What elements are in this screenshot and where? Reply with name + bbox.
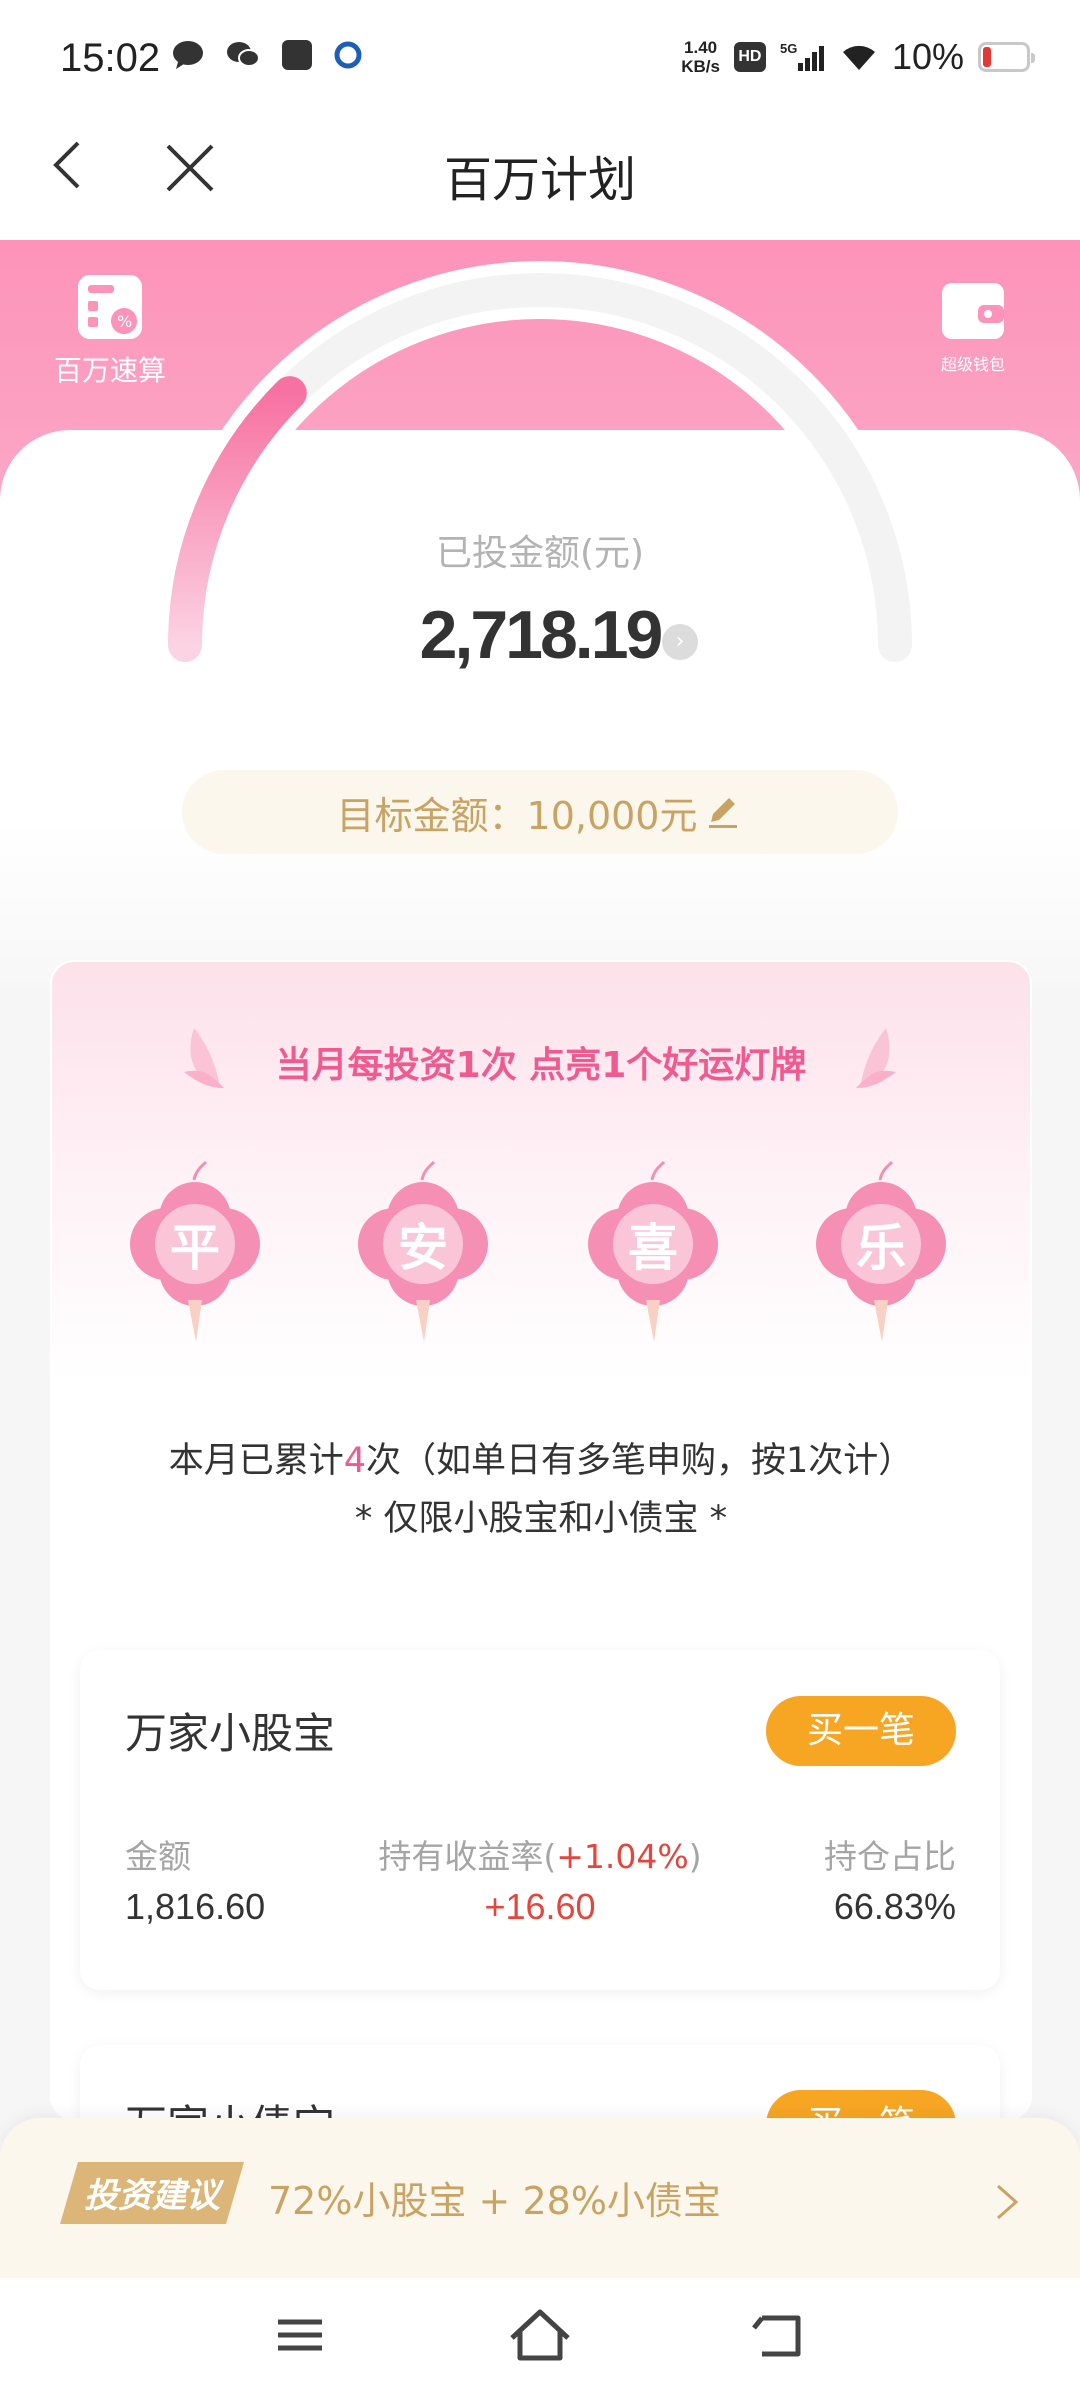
svg-text:%: % xyxy=(117,312,132,331)
invested-detail-arrow-icon[interactable]: › xyxy=(662,624,698,660)
hd-badge: HD xyxy=(733,42,766,72)
lantern-char: 乐 xyxy=(856,1219,906,1277)
calculator-icon: % xyxy=(78,275,142,339)
quick-calc-label: 百万速算 xyxy=(53,354,166,387)
lantern-char: 喜 xyxy=(628,1219,678,1277)
yield-label: 持有收益率(+1.04%) xyxy=(378,1837,702,1876)
super-wallet-button[interactable]: 超级钱包 xyxy=(898,275,1048,375)
monthly-count-text: 本月已累计4次（如单日有多笔申购，按1次计） * 仅限小股宝和小债宝 * xyxy=(50,1432,1032,1548)
lantern-item: 喜 xyxy=(588,1160,718,1350)
target-amount-pill[interactable]: 目标金额：10,000元 xyxy=(182,770,898,854)
monthly-count-value: 4 xyxy=(343,1441,366,1481)
back-nav-icon[interactable] xyxy=(740,2300,820,2370)
message-icon xyxy=(173,41,203,69)
battery-icon xyxy=(978,42,1035,72)
status-time: 15:02 xyxy=(60,36,161,80)
super-wallet-label: 超级钱包 xyxy=(940,355,1005,374)
amount-value: 1,816.60 xyxy=(125,1886,266,1927)
wallet-icon xyxy=(942,283,1004,339)
position-ratio-value: 66.83% xyxy=(833,1886,956,1927)
notification-icons xyxy=(172,40,362,70)
amount-label: 金额 xyxy=(125,1837,191,1876)
gauge-track xyxy=(168,273,912,662)
buy-button[interactable]: 买一笔 xyxy=(766,1696,956,1766)
app-notification-icon xyxy=(334,41,362,69)
suggestion-text: 72%小股宝 + 28%小债宝 xyxy=(268,2179,721,2223)
yield-value: +16.60 xyxy=(484,1886,596,1927)
chevron-right-icon[interactable] xyxy=(990,2172,1026,2232)
signal-5g-icon: 5G xyxy=(780,41,824,71)
battery-percent: 10% xyxy=(891,36,964,77)
quick-calc-button[interactable]: % 百万速算 xyxy=(40,275,180,389)
home-icon[interactable] xyxy=(500,2300,580,2370)
right-leaf-icon xyxy=(856,1028,896,1088)
lantern-item: 乐 xyxy=(816,1160,946,1350)
svg-text:5G: 5G xyxy=(780,41,797,56)
lantern-char: 安 xyxy=(398,1219,448,1277)
page-title: 百万计划 xyxy=(443,152,636,208)
lantern-char: 平 xyxy=(170,1219,220,1277)
position-ratio-label: 持仓占比 xyxy=(824,1837,956,1876)
lantern-item: 平 xyxy=(130,1160,260,1350)
invested-label: 已投金额(元) xyxy=(435,533,645,574)
invested-amount: 2,718.19 xyxy=(419,597,664,673)
wechat-icon xyxy=(227,42,260,67)
net-speed: 1.40 KB/s xyxy=(681,38,720,76)
menu-icon[interactable] xyxy=(260,2300,340,2370)
product-name: 万家小股宝 xyxy=(125,1709,336,1758)
news-app-icon xyxy=(282,40,312,70)
target-amount-text: 目标金额：10,000元 xyxy=(336,793,698,838)
edit-pencil-icon[interactable] xyxy=(703,792,743,832)
wifi-icon xyxy=(842,45,875,70)
limit-note: * 仅限小股宝和小债宝 * xyxy=(354,1499,728,1539)
lantern-item: 安 xyxy=(358,1160,488,1350)
suggestion-tag: 投资建议 xyxy=(84,2176,220,2216)
status-right: 1.40 KB/s HD 5G 10% xyxy=(681,36,1035,78)
